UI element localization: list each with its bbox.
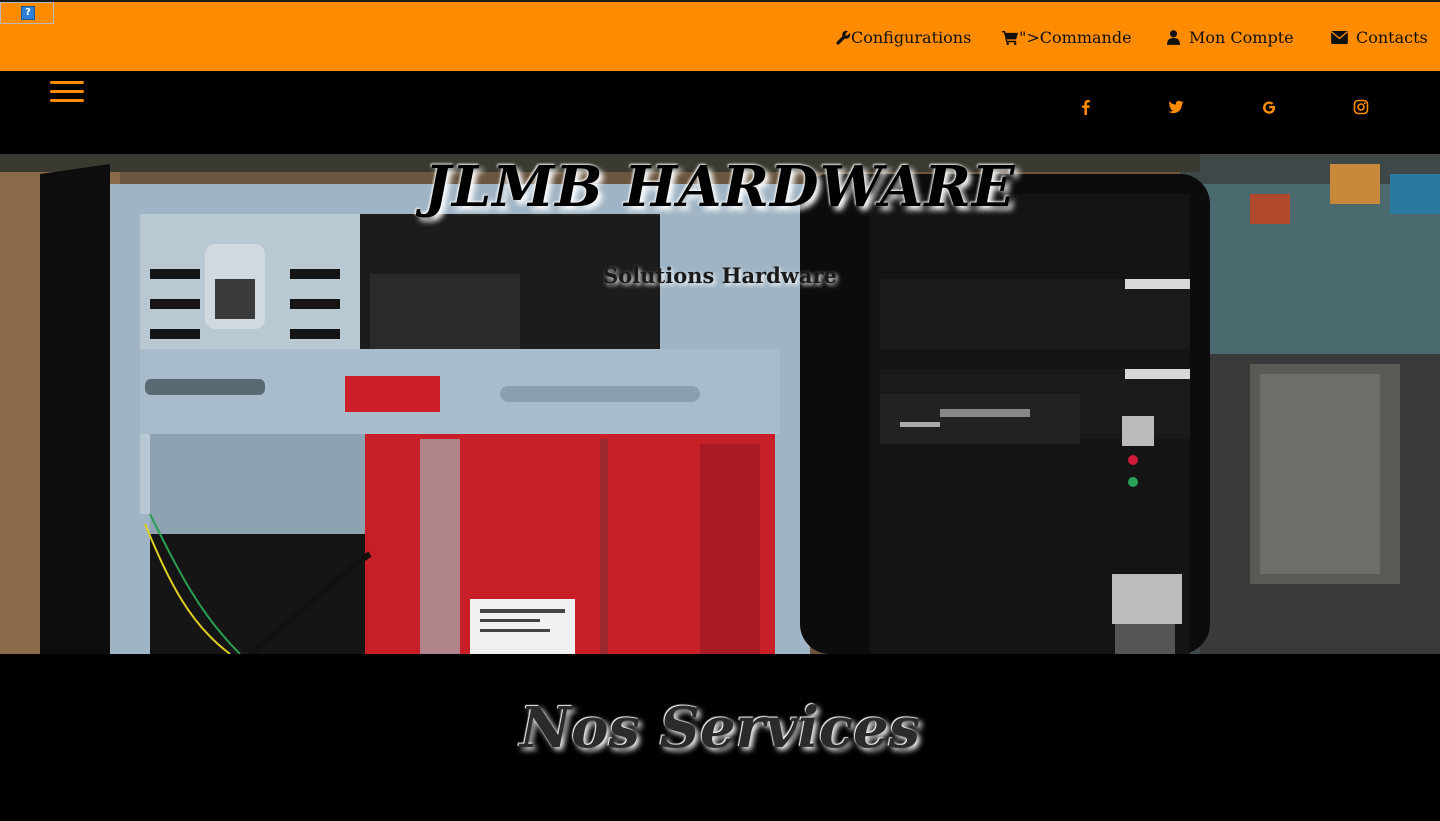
hero-subtitle: Solutions Hardware bbox=[603, 263, 837, 288]
twitter-icon[interactable] bbox=[1168, 99, 1184, 115]
nav-mon-compte-label: Mon Compte bbox=[1189, 28, 1294, 47]
nav-mon-compte-link[interactable]: Mon Compte bbox=[1167, 28, 1294, 47]
hero-banner: JLMB HARDWARE Solutions Hardware bbox=[0, 154, 1440, 654]
hamburger-menu-icon[interactable] bbox=[50, 81, 84, 105]
nav-commande-label: ">Commande bbox=[1019, 28, 1132, 47]
nav-contacts-label: Contacts bbox=[1356, 28, 1428, 47]
top-nav: Configurations ">Commande Mon Compte Con… bbox=[0, 2, 1440, 73]
services-heading: Nos Services bbox=[519, 695, 921, 761]
instagram-icon[interactable] bbox=[1353, 99, 1369, 115]
nav-contacts-link[interactable]: Contacts bbox=[1331, 28, 1428, 47]
hero-title: JLMB HARDWARE bbox=[424, 154, 1016, 220]
envelope-icon bbox=[1331, 31, 1348, 44]
top-navigation-bar: ? Configurations ">Commande Mon Compte C… bbox=[0, 0, 1440, 71]
nav-commande-link[interactable]: ">Commande bbox=[1002, 28, 1132, 47]
header-strip bbox=[0, 71, 1440, 154]
nav-configurations-label: Configurations bbox=[851, 28, 972, 47]
facebook-icon[interactable] bbox=[1078, 99, 1094, 115]
shopping-cart-icon bbox=[1002, 30, 1018, 45]
computer-tower-photo bbox=[0, 154, 1440, 654]
wrench-icon bbox=[836, 30, 851, 45]
google-icon[interactable] bbox=[1261, 99, 1277, 115]
nav-configurations-link[interactable]: Configurations bbox=[836, 28, 971, 47]
user-icon bbox=[1167, 30, 1180, 45]
